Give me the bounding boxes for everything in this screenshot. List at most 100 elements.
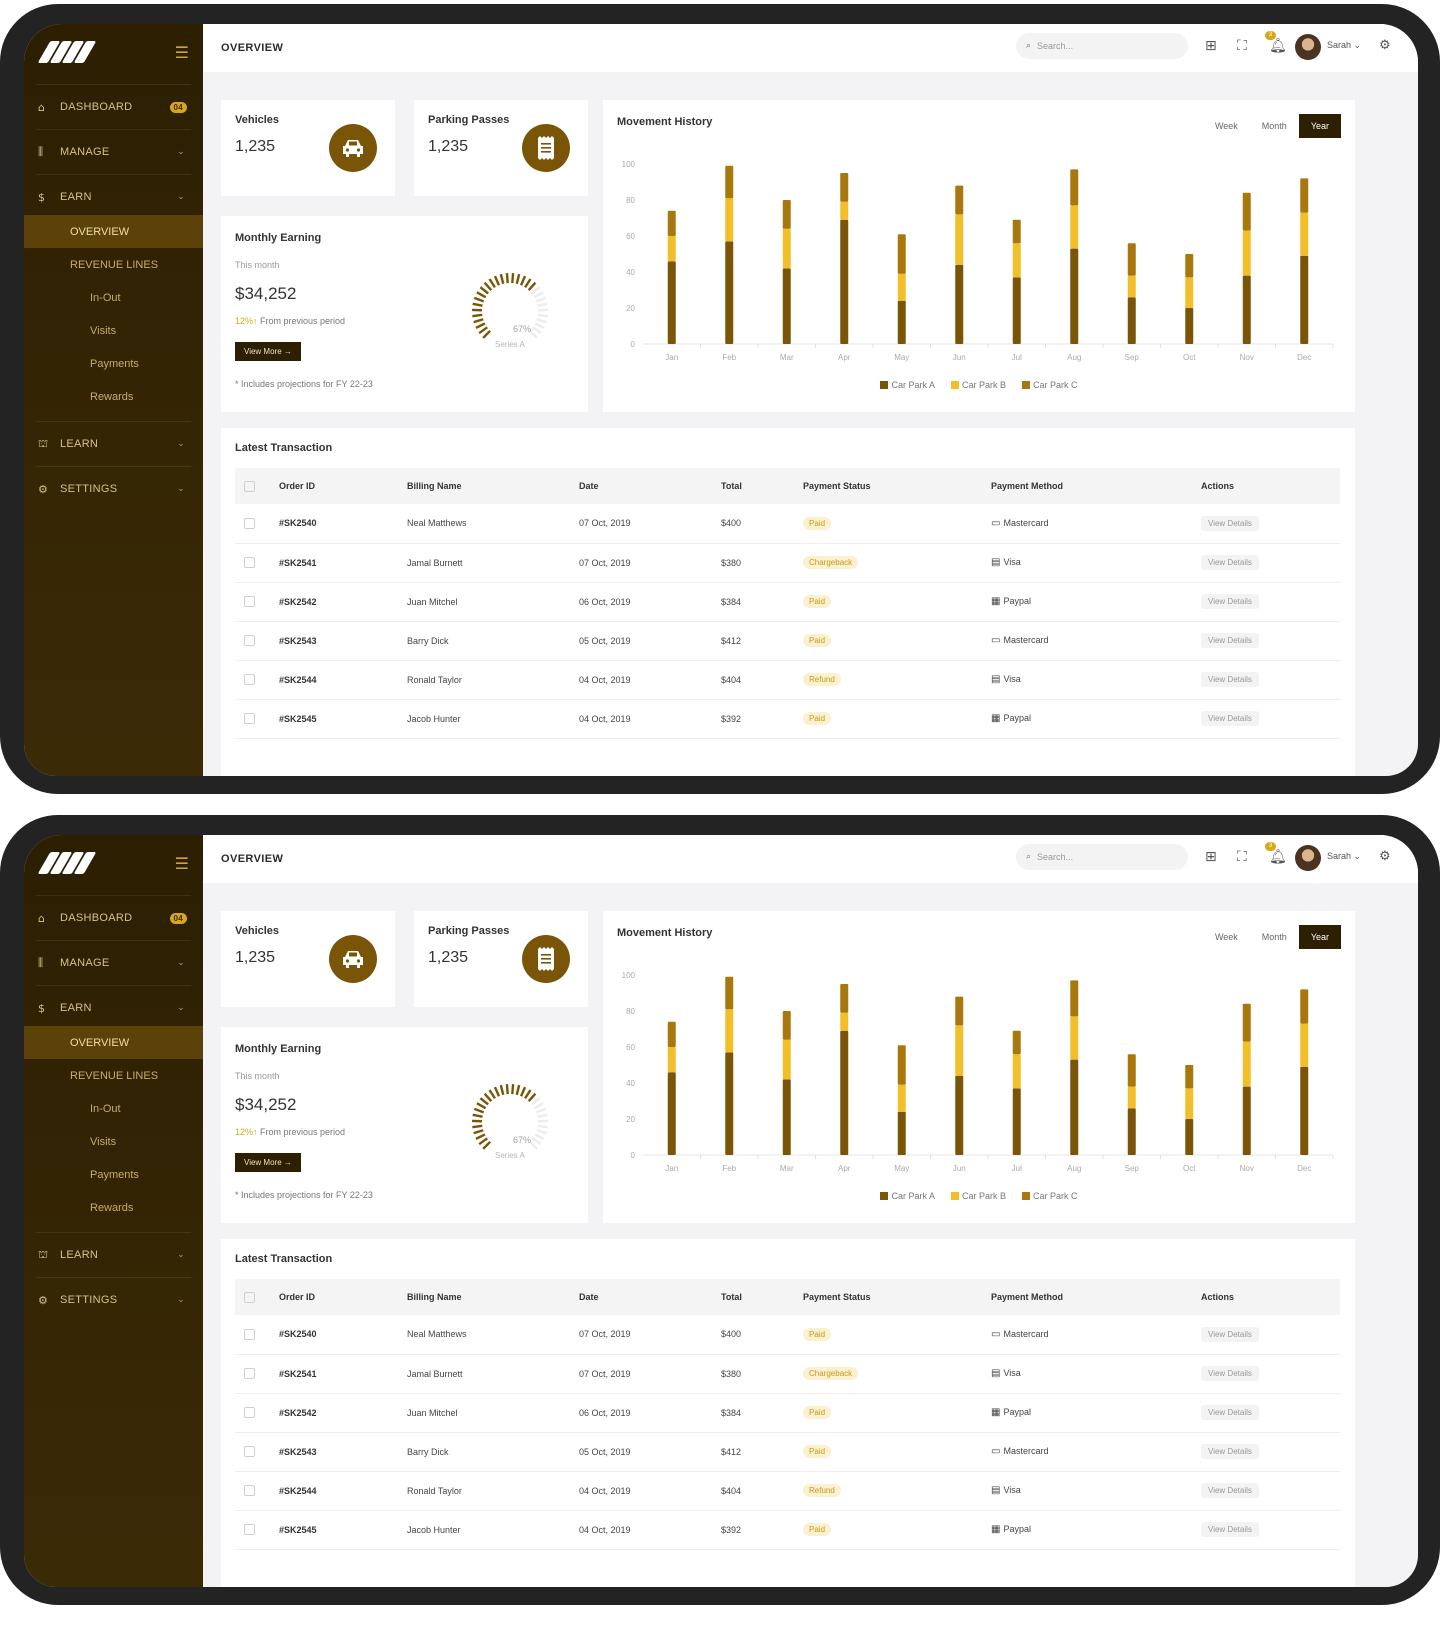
apps-grid-icon[interactable]: ⊞ bbox=[1205, 38, 1217, 54]
bar-segment[interactable] bbox=[1185, 1088, 1194, 1119]
row-checkbox[interactable] bbox=[244, 1368, 255, 1380]
bar-segment[interactable] bbox=[955, 1025, 964, 1076]
bar-segment[interactable] bbox=[725, 241, 734, 344]
sidebar-item-rewards[interactable]: Rewards bbox=[24, 1191, 203, 1224]
row-checkbox[interactable] bbox=[244, 1524, 255, 1536]
sidebar-item-earn[interactable]: $ EARN ⌄ bbox=[24, 990, 203, 1026]
view-details-button[interactable]: View Details bbox=[1201, 672, 1259, 687]
view-details-button[interactable]: View Details bbox=[1201, 1483, 1259, 1498]
view-details-button[interactable]: View Details bbox=[1201, 1522, 1259, 1537]
order-id-link[interactable]: #SK2543 bbox=[279, 621, 407, 661]
range-month-button[interactable]: Month bbox=[1250, 925, 1299, 949]
bar-segment[interactable] bbox=[1070, 1016, 1079, 1060]
sidebar-item-overview[interactable]: OVERVIEW bbox=[24, 1026, 203, 1059]
bar-segment[interactable] bbox=[1300, 989, 1309, 1024]
sidebar-item-revenue-lines[interactable]: REVENUE LINES bbox=[24, 248, 203, 281]
view-details-button[interactable]: View Details bbox=[1201, 555, 1259, 570]
row-checkbox[interactable] bbox=[244, 1446, 255, 1458]
user-menu[interactable]: Sarah ⌄ bbox=[1327, 40, 1361, 51]
bar-segment[interactable] bbox=[840, 219, 849, 344]
bar-segment[interactable] bbox=[1242, 192, 1251, 231]
bar-segment[interactable] bbox=[1127, 243, 1136, 276]
view-more-button[interactable]: View More → bbox=[235, 342, 301, 361]
bar-segment[interactable] bbox=[1070, 169, 1079, 206]
bar-segment[interactable] bbox=[782, 1011, 791, 1040]
select-all-checkbox[interactable] bbox=[244, 480, 255, 492]
bar-segment[interactable] bbox=[955, 185, 964, 215]
range-month-button[interactable]: Month bbox=[1250, 114, 1299, 138]
menu-toggle-icon[interactable]: ☰ bbox=[175, 43, 189, 62]
bar-segment[interactable] bbox=[1127, 297, 1136, 344]
select-all-checkbox[interactable] bbox=[244, 1291, 255, 1303]
sidebar-item-dashboard[interactable]: ⌂ DASHBOARD 04 bbox=[24, 89, 203, 125]
bar-segment[interactable] bbox=[782, 200, 791, 229]
bar-segment[interactable] bbox=[667, 1072, 676, 1155]
view-details-button[interactable]: View Details bbox=[1201, 711, 1259, 726]
sidebar-item-overview[interactable]: OVERVIEW bbox=[24, 215, 203, 248]
user-menu[interactable]: Sarah ⌄ bbox=[1327, 851, 1361, 862]
bar-segment[interactable] bbox=[840, 1030, 849, 1155]
view-details-button[interactable]: View Details bbox=[1201, 594, 1259, 609]
range-year-button[interactable]: Year bbox=[1298, 114, 1341, 138]
row-checkbox[interactable] bbox=[244, 1485, 255, 1497]
bar-segment[interactable] bbox=[1185, 254, 1194, 278]
sidebar-item-earn[interactable]: $ EARN ⌄ bbox=[24, 179, 203, 215]
sidebar-item-revenue-lines[interactable]: REVENUE LINES bbox=[24, 1059, 203, 1092]
bar-segment[interactable] bbox=[1012, 1054, 1021, 1089]
bar-segment[interactable] bbox=[897, 1084, 906, 1112]
row-checkbox[interactable] bbox=[244, 635, 255, 647]
bar-segment[interactable] bbox=[955, 214, 964, 265]
avatar[interactable] bbox=[1295, 845, 1321, 871]
sidebar-item-settings[interactable]: ⚙ SETTINGS ⌄ bbox=[24, 471, 203, 507]
order-id-link[interactable]: #SK2541 bbox=[279, 1354, 407, 1394]
bar-segment[interactable] bbox=[1300, 255, 1309, 344]
bar-segment[interactable] bbox=[725, 1009, 734, 1053]
bar-segment[interactable] bbox=[1242, 230, 1251, 276]
bar-segment[interactable] bbox=[1012, 243, 1021, 278]
search-input[interactable]: ⌕ Search... bbox=[1016, 33, 1188, 59]
order-id-link[interactable]: #SK2540 bbox=[279, 504, 407, 544]
bar-segment[interactable] bbox=[897, 273, 906, 301]
bar-segment[interactable] bbox=[1185, 1065, 1194, 1089]
bar-segment[interactable] bbox=[1127, 1108, 1136, 1155]
view-details-button[interactable]: View Details bbox=[1201, 515, 1259, 531]
row-checkbox[interactable] bbox=[244, 1328, 255, 1340]
bar-segment[interactable] bbox=[1127, 275, 1136, 298]
range-year-button[interactable]: Year bbox=[1298, 925, 1341, 949]
sidebar-item-manage[interactable]: ⫼ MANAGE ⌄ bbox=[24, 945, 203, 981]
order-id-link[interactable]: #SK2542 bbox=[279, 582, 407, 622]
bar-segment[interactable] bbox=[1070, 980, 1079, 1017]
bar-segment[interactable] bbox=[667, 261, 676, 344]
order-id-link[interactable]: #SK2545 bbox=[279, 699, 407, 739]
row-checkbox[interactable] bbox=[244, 674, 255, 686]
bar-segment[interactable] bbox=[1300, 178, 1309, 213]
order-id-link[interactable]: #SK2541 bbox=[279, 543, 407, 583]
bar-segment[interactable] bbox=[840, 984, 849, 1013]
bar-segment[interactable] bbox=[725, 1052, 734, 1155]
row-checkbox[interactable] bbox=[244, 596, 255, 608]
sidebar-item-payments[interactable]: Payments bbox=[24, 347, 203, 380]
view-details-button[interactable]: View Details bbox=[1201, 1366, 1259, 1381]
sidebar-item-payments[interactable]: Payments bbox=[24, 1158, 203, 1191]
bar-segment[interactable] bbox=[725, 976, 734, 1010]
bar-segment[interactable] bbox=[1070, 1059, 1079, 1155]
bar-segment[interactable] bbox=[1012, 1030, 1021, 1055]
bar-segment[interactable] bbox=[667, 1047, 676, 1073]
bar-segment[interactable] bbox=[1012, 219, 1021, 244]
sidebar-item-settings[interactable]: ⚙ SETTINGS ⌄ bbox=[24, 1282, 203, 1318]
bell-icon[interactable]: 🔔︎ bbox=[1269, 38, 1287, 54]
view-details-button[interactable]: View Details bbox=[1201, 1326, 1259, 1342]
order-id-link[interactable]: #SK2545 bbox=[279, 1510, 407, 1550]
bar-segment[interactable] bbox=[897, 1111, 906, 1155]
sidebar-item-dashboard[interactable]: ⌂ DASHBOARD 04 bbox=[24, 900, 203, 936]
sidebar-item-in-out[interactable]: In-Out bbox=[24, 281, 203, 314]
bar-segment[interactable] bbox=[1300, 1023, 1309, 1067]
bar-segment[interactable] bbox=[1185, 1119, 1194, 1155]
bar-segment[interactable] bbox=[1300, 212, 1309, 256]
bar-segment[interactable] bbox=[1242, 1086, 1251, 1155]
bar-segment[interactable] bbox=[1012, 1088, 1021, 1155]
bar-segment[interactable] bbox=[840, 173, 849, 202]
settings-gear-icon[interactable]: ⚙ bbox=[1379, 38, 1391, 53]
bar-segment[interactable] bbox=[782, 1079, 791, 1155]
bar-segment[interactable] bbox=[782, 228, 791, 269]
